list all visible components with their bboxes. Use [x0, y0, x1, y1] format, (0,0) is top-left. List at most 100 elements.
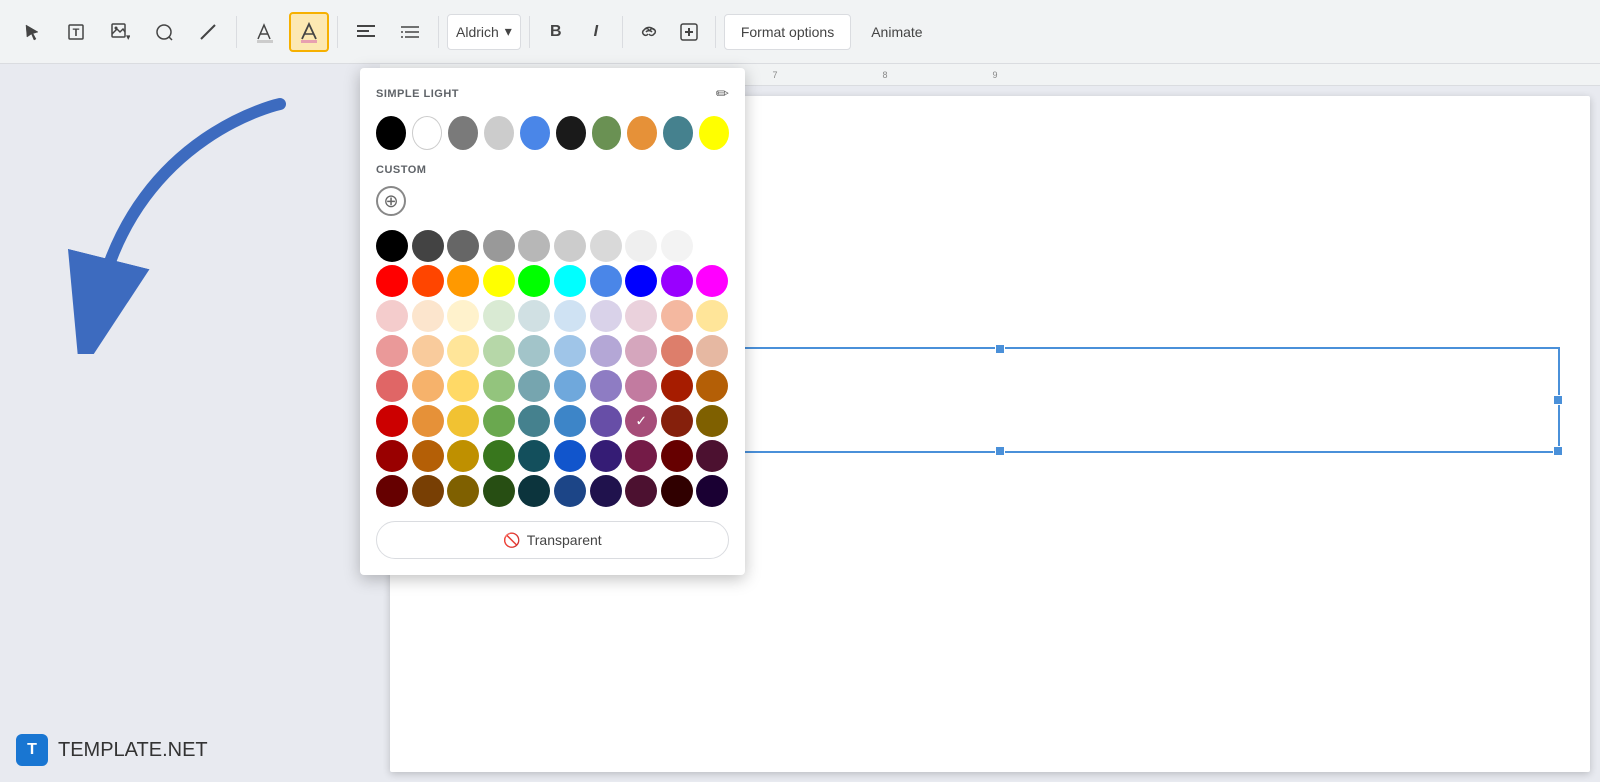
grid-color-swatch-44[interactable] — [518, 370, 550, 402]
text-tool-button[interactable]: T — [56, 12, 96, 52]
grid-color-swatch-18[interactable] — [661, 265, 693, 297]
grid-color-swatch-5[interactable] — [554, 230, 586, 262]
plus-button[interactable] — [671, 14, 707, 50]
handle-bottom-center[interactable] — [995, 446, 1005, 456]
grid-color-swatch-20[interactable] — [376, 300, 408, 332]
grid-color-swatch-35[interactable] — [554, 335, 586, 367]
grid-color-swatch-1[interactable] — [412, 230, 444, 262]
grid-color-swatch-50[interactable] — [376, 405, 408, 437]
fill-color-button[interactable] — [245, 12, 285, 52]
font-selector[interactable]: Aldrich ▾ — [447, 14, 521, 50]
grid-color-swatch-46[interactable] — [590, 370, 622, 402]
grid-color-swatch-43[interactable] — [483, 370, 515, 402]
shape-tool-button[interactable] — [144, 12, 184, 52]
grid-color-swatch-4[interactable] — [518, 230, 550, 262]
simple-color-swatch-9[interactable] — [699, 116, 729, 150]
grid-color-swatch-23[interactable] — [483, 300, 515, 332]
select-tool-button[interactable] — [12, 12, 52, 52]
link-button[interactable] — [631, 14, 667, 50]
grid-color-swatch-76[interactable] — [590, 475, 622, 507]
grid-color-swatch-34[interactable] — [518, 335, 550, 367]
grid-color-swatch-30[interactable] — [376, 335, 408, 367]
grid-color-swatch-8[interactable] — [661, 230, 693, 262]
grid-color-swatch-55[interactable] — [554, 405, 586, 437]
grid-color-swatch-38[interactable] — [661, 335, 693, 367]
grid-color-swatch-2[interactable] — [447, 230, 479, 262]
simple-color-swatch-4[interactable] — [520, 116, 550, 150]
grid-color-swatch-22[interactable] — [447, 300, 479, 332]
grid-color-swatch-25[interactable] — [554, 300, 586, 332]
grid-color-swatch-57[interactable] — [625, 405, 657, 437]
grid-color-swatch-72[interactable] — [447, 475, 479, 507]
grid-color-swatch-28[interactable] — [661, 300, 693, 332]
grid-color-swatch-37[interactable] — [625, 335, 657, 367]
edit-icon[interactable]: ✏ — [716, 84, 729, 104]
simple-color-swatch-1[interactable] — [412, 116, 442, 150]
grid-color-swatch-11[interactable] — [412, 265, 444, 297]
grid-color-swatch-58[interactable] — [661, 405, 693, 437]
grid-color-swatch-45[interactable] — [554, 370, 586, 402]
grid-color-swatch-31[interactable] — [412, 335, 444, 367]
grid-color-swatch-49[interactable] — [696, 370, 728, 402]
grid-color-swatch-40[interactable] — [376, 370, 408, 402]
grid-color-swatch-15[interactable] — [554, 265, 586, 297]
grid-color-swatch-65[interactable] — [554, 440, 586, 472]
align-left-button[interactable] — [346, 12, 386, 52]
transparent-button[interactable]: 🚫 Transparent — [376, 521, 729, 559]
grid-color-swatch-6[interactable] — [590, 230, 622, 262]
line-tool-button[interactable] — [188, 12, 228, 52]
grid-color-swatch-67[interactable] — [625, 440, 657, 472]
grid-color-swatch-21[interactable] — [412, 300, 444, 332]
grid-color-swatch-7[interactable] — [625, 230, 657, 262]
grid-color-swatch-0[interactable] — [376, 230, 408, 262]
simple-color-swatch-8[interactable] — [663, 116, 693, 150]
list-button[interactable] — [390, 12, 430, 52]
image-tool-button[interactable]: ▾ — [100, 12, 140, 52]
grid-color-swatch-56[interactable] — [590, 405, 622, 437]
grid-color-swatch-48[interactable] — [661, 370, 693, 402]
grid-color-swatch-79[interactable] — [696, 475, 728, 507]
grid-color-swatch-70[interactable] — [376, 475, 408, 507]
format-options-button[interactable]: Format options — [724, 14, 851, 50]
grid-color-swatch-14[interactable] — [518, 265, 550, 297]
simple-color-swatch-3[interactable] — [484, 116, 514, 150]
grid-color-swatch-24[interactable] — [518, 300, 550, 332]
grid-color-swatch-52[interactable] — [447, 405, 479, 437]
grid-color-swatch-9[interactable] — [696, 230, 728, 262]
simple-color-swatch-0[interactable] — [376, 116, 406, 150]
grid-color-swatch-59[interactable] — [696, 405, 728, 437]
grid-color-swatch-71[interactable] — [412, 475, 444, 507]
add-custom-color-button[interactable]: ⊕ — [376, 186, 406, 216]
grid-color-swatch-13[interactable] — [483, 265, 515, 297]
bold-button[interactable]: B — [538, 14, 574, 50]
text-color-button[interactable] — [289, 12, 329, 52]
grid-color-swatch-29[interactable] — [696, 300, 728, 332]
grid-color-swatch-64[interactable] — [518, 440, 550, 472]
grid-color-swatch-60[interactable] — [376, 440, 408, 472]
animate-button[interactable]: Animate — [855, 14, 938, 50]
handle-right-center[interactable] — [1553, 395, 1563, 405]
grid-color-swatch-33[interactable] — [483, 335, 515, 367]
grid-color-swatch-27[interactable] — [625, 300, 657, 332]
grid-color-swatch-3[interactable] — [483, 230, 515, 262]
grid-color-swatch-54[interactable] — [518, 405, 550, 437]
grid-color-swatch-10[interactable] — [376, 265, 408, 297]
grid-color-swatch-51[interactable] — [412, 405, 444, 437]
simple-color-swatch-2[interactable] — [448, 116, 478, 150]
grid-color-swatch-32[interactable] — [447, 335, 479, 367]
grid-color-swatch-42[interactable] — [447, 370, 479, 402]
grid-color-swatch-62[interactable] — [447, 440, 479, 472]
grid-color-swatch-68[interactable] — [661, 440, 693, 472]
handle-bottom-right[interactable] — [1553, 446, 1563, 456]
grid-color-swatch-69[interactable] — [696, 440, 728, 472]
grid-color-swatch-78[interactable] — [661, 475, 693, 507]
grid-color-swatch-47[interactable] — [625, 370, 657, 402]
grid-color-swatch-77[interactable] — [625, 475, 657, 507]
italic-button[interactable]: I — [578, 14, 614, 50]
grid-color-swatch-16[interactable] — [590, 265, 622, 297]
simple-color-swatch-6[interactable] — [592, 116, 622, 150]
grid-color-swatch-75[interactable] — [554, 475, 586, 507]
simple-color-swatch-5[interactable] — [556, 116, 586, 150]
simple-color-swatch-7[interactable] — [627, 116, 657, 150]
grid-color-swatch-41[interactable] — [412, 370, 444, 402]
